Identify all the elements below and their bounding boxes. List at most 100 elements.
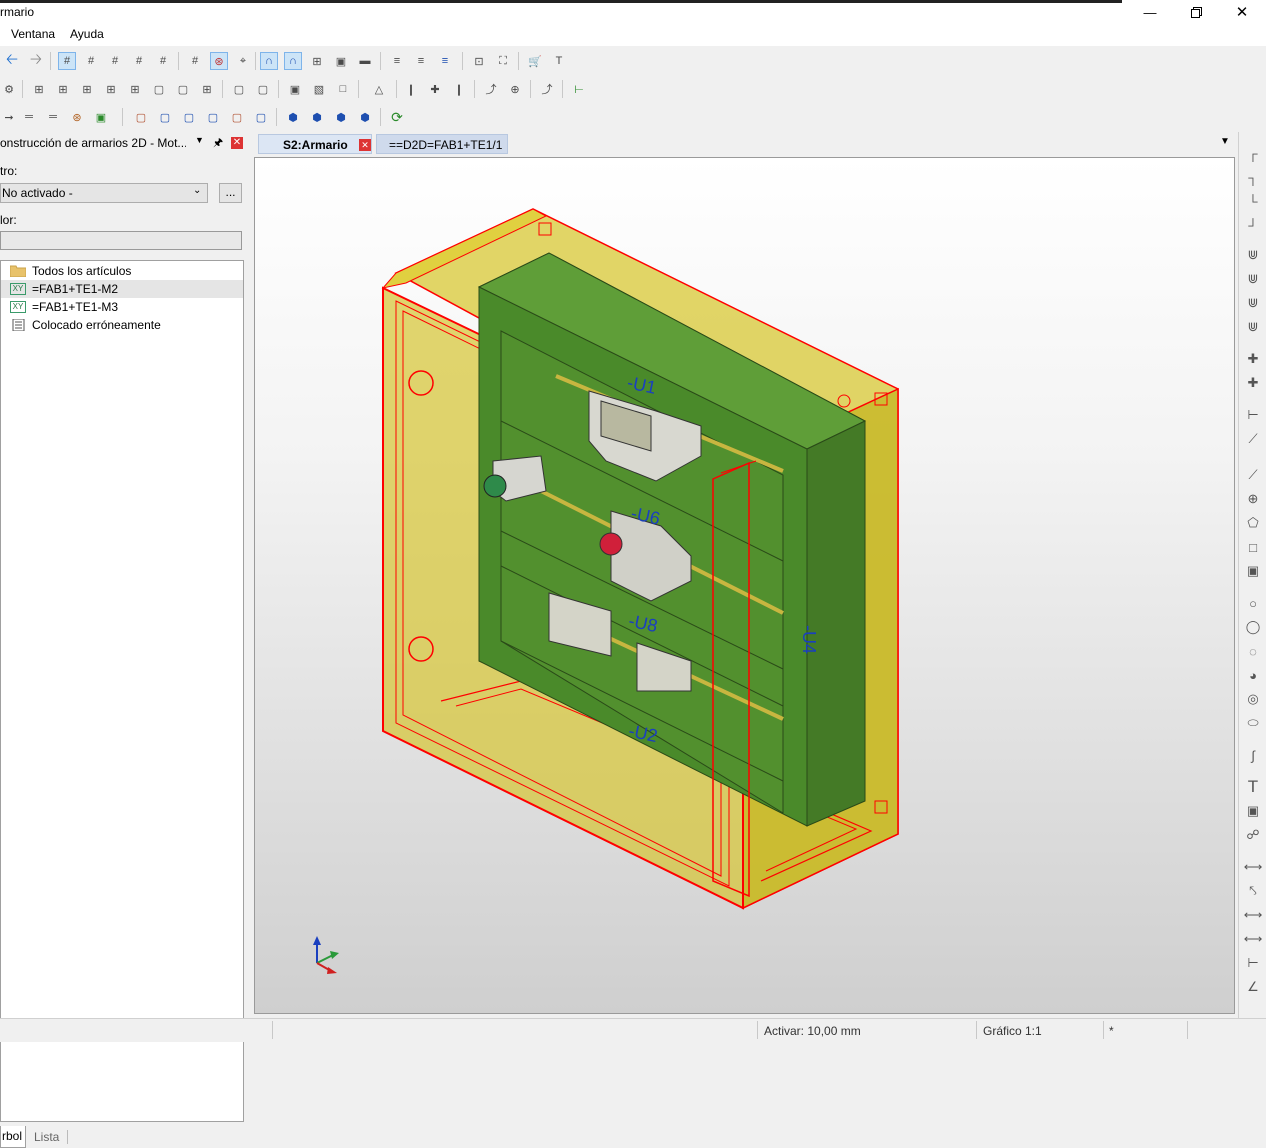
tool-17-icon[interactable]: ✚ [426, 80, 444, 98]
view-6-icon[interactable]: ▢ [252, 108, 270, 126]
branch-2-icon[interactable]: ⋓ [1244, 270, 1262, 288]
cube-2-icon[interactable]: ⬢ [308, 108, 326, 126]
grid-e-icon[interactable]: # [154, 52, 172, 70]
tool-18-icon[interactable]: ❙ [450, 80, 468, 98]
line-icon[interactable]: ⟋ [1244, 466, 1262, 484]
text-box-icon[interactable]: ▣ [332, 52, 350, 70]
magnet-icon[interactable]: ∩ [260, 52, 278, 70]
tool-8-icon[interactable]: ▢ [174, 80, 192, 98]
circle-icon[interactable]: ○ [1244, 594, 1262, 612]
dim-2-icon[interactable]: ⤣ [1244, 882, 1262, 900]
view-2-icon[interactable]: ▢ [156, 108, 174, 126]
tool-26-icon[interactable]: ⊛ [68, 108, 86, 126]
tab-lista[interactable]: Lista [34, 1130, 59, 1144]
chevron-down-icon[interactable]: ▼ [195, 135, 204, 145]
junction-1-icon[interactable]: ✚ [1244, 350, 1262, 368]
tool-11-icon[interactable]: ▢ [254, 80, 272, 98]
tab-armario[interactable]: S2:Armario ✕ [258, 134, 372, 154]
tool-13-icon[interactable]: ▧ [310, 80, 328, 98]
dim-4-icon[interactable]: ⟷ [1244, 930, 1263, 948]
diagonal-icon[interactable]: ⟋ [1244, 430, 1262, 448]
tool-16-icon[interactable]: ❙ [402, 80, 420, 98]
lines-b-icon[interactable]: ≡ [412, 52, 430, 70]
tool-20-icon[interactable]: ⊕ [506, 80, 524, 98]
tool-4-icon[interactable]: ⊞ [78, 80, 96, 98]
lines-c-icon[interactable]: ≡ [436, 52, 454, 70]
dim-6-icon[interactable]: ∠ [1244, 978, 1262, 996]
view-4-icon[interactable]: ▢ [204, 108, 222, 126]
dim-5-icon[interactable]: ⊢ [1244, 954, 1262, 972]
cube-1-icon[interactable]: ⬢ [284, 108, 302, 126]
tabs-dropdown-icon[interactable]: ▼ [1220, 136, 1230, 147]
tool-24-icon[interactable]: ═ [20, 108, 38, 126]
rectangle-icon[interactable]: □ [1244, 538, 1262, 556]
view-3-icon[interactable]: ▢ [180, 108, 198, 126]
arc-1-icon[interactable]: ◌ [1244, 642, 1262, 660]
spline-icon[interactable]: ∫ [1244, 746, 1262, 764]
polyline-icon[interactable]: ⊕ [1244, 490, 1262, 508]
rect-2-icon[interactable]: ▣ [1244, 562, 1262, 580]
branch-3-icon[interactable]: ⋓ [1244, 294, 1262, 312]
grid-small-icon[interactable]: ⌖ [234, 52, 252, 70]
arc-2-icon[interactable]: ◕ [1244, 666, 1262, 684]
point-icon[interactable]: ⊡ [470, 52, 488, 70]
view-5-icon[interactable]: ▢ [228, 108, 246, 126]
tab-d2d[interactable]: ==D2D=FAB1+TE1/1 [376, 134, 508, 154]
tool-10-icon[interactable]: ▢ [230, 80, 248, 98]
tree-item-all[interactable]: Todos los artículos [1, 262, 243, 280]
branch-1-icon[interactable]: ⋓ [1244, 246, 1262, 264]
corner-3-icon[interactable]: └ [1244, 192, 1262, 210]
link-icon[interactable]: ☍ [1244, 826, 1262, 844]
tool-27-icon[interactable]: ▣ [92, 108, 110, 126]
tool-22-icon[interactable]: ⊢ [570, 80, 588, 98]
tree-item-m2[interactable]: XY =FAB1+TE1-M2 [1, 280, 243, 298]
3d-viewport[interactable]: -U1 -U6 -U8 -U2 -U4 [254, 157, 1235, 1014]
text-frame-icon[interactable]: T [550, 52, 568, 70]
grid-icon[interactable]: # [186, 52, 204, 70]
tool-6-icon[interactable]: ⊞ [126, 80, 144, 98]
forward-arrow-icon[interactable]: 🡢 [27, 51, 45, 70]
filter-more-button[interactable]: ... [219, 183, 242, 203]
tool-14-icon[interactable]: □ [334, 80, 352, 98]
grid-d-icon[interactable]: # [130, 52, 148, 70]
settings-icon[interactable]: ⚙ [0, 80, 18, 98]
text-icon[interactable]: T [1244, 777, 1262, 796]
filter-select[interactable]: No activado - ⌄ [0, 183, 208, 203]
arc-3-icon[interactable]: ◎ [1244, 690, 1262, 708]
corner-1-icon[interactable]: ┌ [1244, 144, 1262, 162]
pin-icon[interactable]: 🖈 [213, 134, 223, 153]
tool-25-icon[interactable]: ═ [44, 108, 62, 126]
tool-12-icon[interactable]: ▣ [286, 80, 304, 98]
lines-a-icon[interactable]: ≡ [388, 52, 406, 70]
minimize-button[interactable]: — [1127, 0, 1173, 24]
polygon-icon[interactable]: ⬠ [1244, 514, 1262, 532]
menu-ayuda[interactable]: Ayuda [70, 27, 104, 41]
corner-4-icon[interactable]: ┘ [1244, 216, 1262, 234]
tool-15-icon[interactable]: △ [370, 80, 388, 98]
ellipse-icon[interactable]: ⬭ [1244, 714, 1262, 732]
tool-21-icon[interactable]: ⤴ [538, 80, 556, 98]
view-1-icon[interactable]: ▢ [132, 108, 150, 126]
cube-3-icon[interactable]: ⬢ [332, 108, 350, 126]
ruler-icon[interactable]: ▬ [356, 52, 374, 70]
close-panel-icon[interactable]: ✕ [231, 137, 243, 149]
corner-2-icon[interactable]: ┐ [1244, 168, 1262, 186]
tool-23-icon[interactable]: ➞ [0, 108, 18, 126]
grid-a-icon[interactable]: # [58, 52, 76, 70]
back-arrow-icon[interactable]: 🡠 [3, 51, 21, 70]
magnet-b-icon[interactable]: ∩ [284, 52, 302, 70]
close-tab-icon[interactable]: ✕ [359, 139, 371, 151]
tool-5-icon[interactable]: ⊞ [102, 80, 120, 98]
snap-grid-icon[interactable]: ⊛ [210, 52, 228, 70]
grid-b-icon[interactable]: # [82, 52, 100, 70]
tab-arbol[interactable]: rbol [0, 1126, 26, 1148]
menu-ventana[interactable]: Ventana [11, 27, 55, 41]
zoom-fit-icon[interactable]: ⛶ [494, 52, 512, 70]
cart-icon[interactable]: 🛒 [526, 52, 544, 70]
refresh-icon[interactable]: ⟳ [388, 108, 406, 126]
restore-button[interactable] [1173, 0, 1219, 24]
tool-19-icon[interactable]: ⤴ [482, 80, 500, 98]
tree-item-m3[interactable]: XY =FAB1+TE1-M3 [1, 298, 243, 316]
dim-1-icon[interactable]: ⟷ [1244, 858, 1263, 876]
cube-4-icon[interactable]: ⬢ [356, 108, 374, 126]
